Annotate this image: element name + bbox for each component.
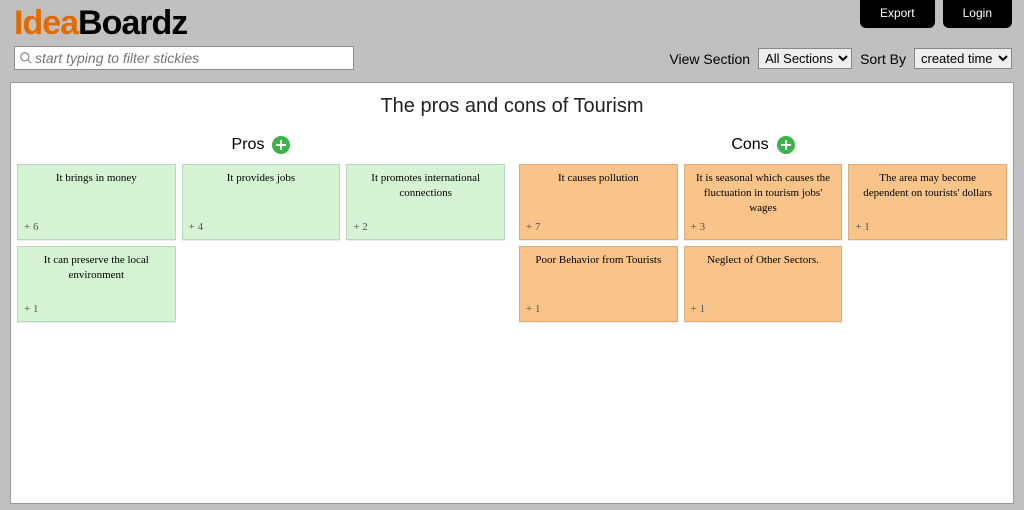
search-wrap bbox=[14, 46, 354, 70]
view-section-label: View Section bbox=[669, 51, 750, 67]
export-link[interactable]: Export bbox=[860, 0, 935, 28]
vote-count: + 2 bbox=[353, 220, 367, 235]
login-link[interactable]: Login bbox=[943, 0, 1012, 28]
add-cons-button[interactable] bbox=[777, 136, 795, 154]
plus-icon bbox=[781, 140, 791, 150]
section-pros-head: Pros bbox=[17, 136, 505, 154]
section-pros-title: Pros bbox=[232, 136, 265, 154]
vote-count: + 1 bbox=[691, 302, 705, 317]
top-bar: Export Login IdeaBoardz View Section All… bbox=[0, 0, 1024, 82]
plus-icon bbox=[276, 140, 286, 150]
sticky-card[interactable]: Poor Behavior from Tourists+ 1 bbox=[519, 246, 678, 322]
vote-count: + 1 bbox=[526, 302, 540, 317]
sticky-card[interactable]: It promotes international connections+ 2 bbox=[346, 164, 505, 240]
vote-count: + 6 bbox=[24, 220, 38, 235]
vote-count: + 1 bbox=[24, 302, 38, 317]
sticky-card[interactable]: It causes pollution+ 7 bbox=[519, 164, 678, 240]
add-pros-button[interactable] bbox=[272, 136, 290, 154]
vote-count: + 7 bbox=[526, 220, 540, 235]
search-input[interactable] bbox=[33, 50, 353, 66]
search-icon bbox=[19, 51, 33, 65]
controls: View Section All Sections Sort By create… bbox=[669, 48, 1012, 69]
board-title: The pros and cons of Tourism bbox=[17, 95, 1007, 118]
vote-count: + 3 bbox=[691, 220, 705, 235]
sticky-card[interactable]: It can preserve the local environment+ 1 bbox=[17, 246, 176, 322]
sticky-card[interactable]: Neglect of Other Sectors.+ 1 bbox=[684, 246, 843, 322]
logo-part1: Idea bbox=[14, 4, 78, 42]
top-nav: Export Login bbox=[852, 0, 1012, 28]
section-cons: Cons It causes pollution+ 7 It is season… bbox=[519, 136, 1007, 322]
logo[interactable]: IdeaBoardz bbox=[14, 4, 187, 43]
sticky-card[interactable]: The area may become dependent on tourist… bbox=[848, 164, 1007, 240]
sticky-card[interactable]: It is seasonal which causes the fluctuat… bbox=[684, 164, 843, 240]
board: The pros and cons of Tourism Pros It bri… bbox=[10, 82, 1014, 504]
vote-count: + 4 bbox=[189, 220, 203, 235]
vote-count: + 1 bbox=[855, 220, 869, 235]
sticky-card[interactable]: It brings in money+ 6 bbox=[17, 164, 176, 240]
section-pros: Pros It brings in money+ 6 It provides j… bbox=[17, 136, 505, 322]
sections: Pros It brings in money+ 6 It provides j… bbox=[17, 136, 1007, 322]
section-cons-head: Cons bbox=[519, 136, 1007, 154]
sticky-card[interactable]: It provides jobs+ 4 bbox=[182, 164, 341, 240]
pros-cards: It brings in money+ 6 It provides jobs+ … bbox=[17, 164, 505, 322]
section-cons-title: Cons bbox=[731, 136, 768, 154]
sort-by-label: Sort By bbox=[860, 51, 906, 67]
logo-part2: Boardz bbox=[78, 4, 187, 42]
view-section-select[interactable]: All Sections bbox=[758, 48, 852, 69]
sort-by-select[interactable]: created time bbox=[914, 48, 1012, 69]
cons-cards: It causes pollution+ 7 It is seasonal wh… bbox=[519, 164, 1007, 322]
